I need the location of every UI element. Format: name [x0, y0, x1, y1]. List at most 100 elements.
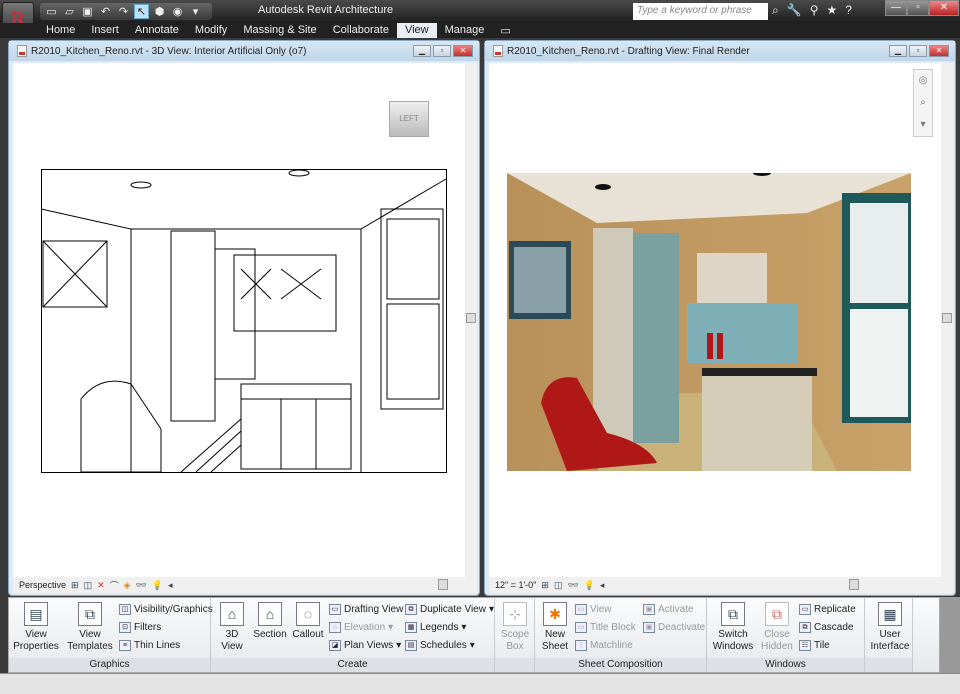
rendering-icon[interactable]: ◈ [124, 580, 131, 591]
detail-level-icon[interactable]: ⊞ [541, 580, 549, 591]
view-scale-label[interactable]: 12" = 1'-0" [495, 580, 536, 590]
reveal-hidden-icon[interactable]: 💡 [584, 580, 595, 591]
view-templates-button[interactable]: ⧉ View Templates [65, 602, 115, 653]
replicate-icon: ▭ [799, 604, 811, 615]
hide-isolate-icon[interactable]: 👓 [567, 580, 578, 591]
open-icon[interactable]: ▱ [62, 5, 77, 18]
tab-modify[interactable]: Modify [187, 23, 235, 38]
3d-view-icon[interactable]: ⬢ [152, 5, 167, 18]
help-icon[interactable]: ? [845, 3, 852, 18]
tab-manage[interactable]: Manage [437, 23, 493, 38]
close-button[interactable]: ✕ [929, 45, 949, 57]
scroll-thumb[interactable] [437, 579, 448, 590]
scroll-left-icon[interactable]: ◂ [600, 580, 605, 591]
view-scale-label[interactable]: Perspective [19, 580, 66, 590]
switch-windows-button[interactable]: ⧉ Switch Windows [711, 602, 755, 653]
wrench-icon[interactable]: 🔧 [787, 3, 802, 18]
horizontal-scrollbar[interactable] [178, 579, 463, 591]
dropdown-icon[interactable]: ▾ [188, 5, 203, 18]
user-interface-button[interactable]: ▦ User Interface [869, 602, 911, 653]
tab-massing-site[interactable]: Massing & Site [235, 23, 324, 38]
save-icon[interactable]: ▣ [80, 5, 95, 18]
tab-insert[interactable]: Insert [83, 23, 127, 38]
crop-view-icon[interactable]: ⌒ [110, 579, 119, 592]
horizontal-scrollbar[interactable] [609, 579, 939, 591]
cascade-button[interactable]: ⧉ Cascade [799, 622, 853, 633]
binoculars-icon[interactable]: ⌕ [772, 3, 779, 18]
tab-annotate[interactable]: Annotate [127, 23, 187, 38]
3d-view-button[interactable]: ⌂ 3D View [217, 602, 247, 653]
nav-options-icon[interactable]: ▾ [914, 114, 932, 136]
sync-icon[interactable]: ◉ [170, 5, 185, 18]
kitchen-line-drawing [41, 169, 447, 473]
replicate-button[interactable]: ▭ Replicate [799, 604, 856, 615]
minimize-button[interactable]: — [885, 0, 907, 16]
tab-view[interactable]: View [396, 23, 437, 38]
panel-label[interactable]: Graphics [9, 658, 210, 672]
close-button[interactable]: ✕ [929, 0, 959, 16]
view-window-title: R2010_Kitchen_Reno.rvt - 3D View: Interi… [31, 45, 307, 57]
3d-view-canvas[interactable]: LEFT [13, 63, 465, 577]
elevation-button[interactable]: ⌂ Elevation ▾ [329, 622, 393, 633]
minimize-button[interactable]: ▁ [413, 45, 431, 57]
star-icon[interactable]: ★ [826, 3, 837, 18]
undo-icon[interactable]: ↶ [98, 5, 113, 18]
title-block-button[interactable]: ▭ Title Block [575, 622, 636, 633]
drafting-view-canvas[interactable]: ◎ ⌕ ▾ [489, 63, 941, 577]
vertical-scrollbar[interactable] [941, 63, 953, 577]
maximize-button[interactable]: ▫ [907, 0, 929, 16]
tile-button[interactable]: ☷ Tile [799, 640, 830, 651]
deactivate-button[interactable]: ▣ Deactivate [643, 622, 705, 633]
detail-level-icon[interactable]: ⊞ [71, 580, 79, 591]
visual-style-icon[interactable]: ◫ [554, 580, 563, 591]
scroll-thumb[interactable] [849, 579, 860, 590]
visibility-graphics-button[interactable]: ◫ Visibility/Graphics [119, 604, 213, 615]
zoom-icon[interactable]: ⌕ [914, 92, 932, 114]
filters-button[interactable]: ⊡ Filters [119, 622, 161, 633]
thin-lines-button[interactable]: ≡ Thin Lines [119, 640, 180, 651]
subscription-icon[interactable]: ⚲ [810, 3, 819, 18]
plan-views-button[interactable]: ◪ Plan Views ▾ [329, 640, 401, 651]
maximize-button[interactable]: ▫ [433, 45, 451, 57]
scroll-thumb[interactable] [942, 313, 952, 323]
legends-button[interactable]: ▦ Legends ▾ [405, 622, 466, 633]
new-icon[interactable]: ▭ [44, 5, 59, 18]
reveal-hidden-icon[interactable]: 💡 [152, 580, 163, 591]
close-button[interactable]: ✕ [453, 45, 473, 57]
new-sheet-icon: ✱ [543, 602, 567, 626]
callout-button[interactable]: ◌ Callout [291, 602, 325, 641]
legends-icon: ▦ [405, 622, 417, 633]
view-properties-button[interactable]: ▤ View Properties [13, 602, 59, 653]
steering-wheel-icon[interactable]: ◎ [914, 70, 932, 92]
drafting-view-button[interactable]: ▭ Drafting View [329, 604, 403, 615]
tab-collaborate[interactable]: Collaborate [325, 23, 397, 38]
infocenter-toolbar: ⌕ 🔧 ⚲ ★? [772, 3, 852, 18]
vertical-scrollbar[interactable] [465, 63, 477, 577]
hide-isolate-icon[interactable]: 👓 [136, 580, 147, 591]
maximize-button[interactable]: ▫ [909, 45, 927, 57]
close-hidden-button[interactable]: ⧉ Close Hidden [759, 602, 795, 653]
scroll-thumb[interactable] [466, 313, 476, 323]
select-icon[interactable]: ↖ [134, 4, 149, 19]
redo-icon[interactable]: ↷ [116, 5, 131, 18]
scroll-left-icon[interactable]: ◂ [168, 580, 173, 591]
view-button[interactable]: ▭ View [575, 604, 612, 615]
ribbon-minimize-icon[interactable]: ▭ [492, 23, 518, 38]
panel-label[interactable]: Sheet Composition [535, 658, 706, 672]
matchline-button[interactable]: ⋮ Matchline [575, 640, 633, 651]
minimize-button[interactable]: ▁ [889, 45, 907, 57]
kitchen-render-image [507, 173, 911, 471]
new-sheet-button[interactable]: ✱ New Sheet [539, 602, 571, 653]
search-input[interactable]: Type a keyword or phrase [633, 3, 768, 20]
schedules-button[interactable]: ▤ Schedules ▾ [405, 640, 475, 651]
activate-button[interactable]: ▣ Activate [643, 604, 694, 615]
duplicate-view-button[interactable]: ⧉ Duplicate View ▾ [405, 604, 494, 615]
section-icon: ⌂ [258, 602, 282, 626]
thin-lines-icon: ≡ [119, 640, 131, 651]
user-interface-icon: ▦ [878, 602, 902, 626]
shadows-off-icon[interactable]: ✕ [97, 580, 105, 591]
tab-home[interactable]: Home [38, 23, 83, 38]
visual-style-icon[interactable]: ◫ [84, 580, 93, 591]
viewcube[interactable]: LEFT [389, 101, 429, 137]
section-button[interactable]: ⌂ Section [251, 602, 289, 641]
